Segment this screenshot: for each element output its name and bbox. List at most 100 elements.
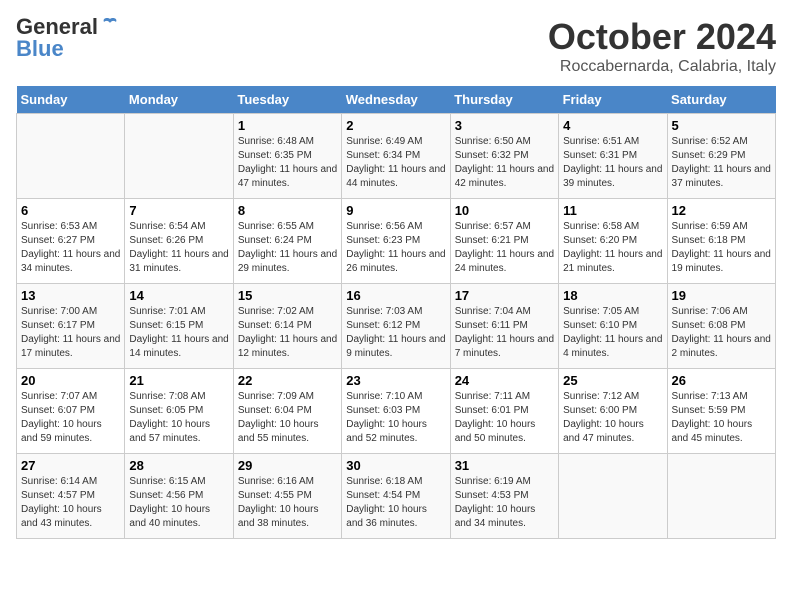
calendar-cell: 4Sunrise: 6:51 AM Sunset: 6:31 PM Daylig… [559,114,667,199]
day-info: Sunrise: 7:03 AM Sunset: 6:12 PM Dayligh… [346,305,445,361]
calendar-cell: 14 Sunrise: 7:01 AM Sunset: 6:15 PM Dayli… [125,284,233,369]
calendar-cell [559,454,667,539]
day-number: 16 [346,288,445,303]
day-number: 28 [129,458,228,473]
calendar-cell: 25Sunrise: 7:12 AM Sunset: 6:00 PM Dayli… [559,369,667,454]
day-number: 20 [21,373,120,388]
calendar-cell: 30Sunrise: 6:18 AM Sunset: 4:54 PM Dayli… [342,454,450,539]
day-number: 21 [129,373,228,388]
calendar-week-row: 20Sunrise: 7:07 AM Sunset: 6:07 PM Dayli… [17,369,776,454]
day-info: Sunrise: 6:56 AM Sunset: 6:23 PM Dayligh… [346,220,445,276]
day-number: 24 [455,373,554,388]
calendar-cell: 12 Sunrise: 6:59 AM Sunset: 6:18 PM Dayli… [667,199,775,284]
calendar-cell [17,114,125,199]
calendar-cell: 27 Sunrise: 6:14 AM Sunset: 4:57 PM Dayli… [17,454,125,539]
calendar-week-row: 27 Sunrise: 6:14 AM Sunset: 4:57 PM Dayli… [17,454,776,539]
calendar-cell: 10Sunrise: 6:57 AM Sunset: 6:21 PM Dayli… [450,199,558,284]
day-info: Sunrise: 7:12 AM Sunset: 6:00 PM Dayligh… [563,390,662,446]
calendar-cell: 1 Sunrise: 6:48 AM Sunset: 6:35 PM Daylig… [233,114,341,199]
day-number: 27 [21,458,120,473]
title-block: October 2024 Roccabernarda, Calabria, It… [548,16,776,76]
day-of-week-header: Thursday [450,86,558,114]
page-header: General Blue October 2024 Roccabernarda,… [16,16,776,76]
day-number: 9 [346,203,445,218]
calendar-cell: 6 Sunrise: 6:53 AM Sunset: 6:27 PM Daylig… [17,199,125,284]
day-info: Sunrise: 7:04 AM Sunset: 6:11 PM Dayligh… [455,305,554,361]
day-info: Sunrise: 6:48 AM Sunset: 6:35 PM Dayligh… [238,135,337,191]
day-info: Sunrise: 6:53 AM Sunset: 6:27 PM Dayligh… [21,220,120,276]
calendar-cell: 29Sunrise: 6:16 AM Sunset: 4:55 PM Dayli… [233,454,341,539]
day-info: Sunrise: 7:01 AM Sunset: 6:15 PM Dayligh… [129,305,228,361]
logo-general-text: General [16,16,98,38]
day-info: Sunrise: 7:11 AM Sunset: 6:01 PM Dayligh… [455,390,554,446]
day-info: Sunrise: 7:02 AM Sunset: 6:14 PM Dayligh… [238,305,337,361]
day-number: 12 [672,203,771,218]
day-number: 7 [129,203,228,218]
calendar-cell: 13 Sunrise: 7:00 AM Sunset: 6:17 PM Dayli… [17,284,125,369]
day-of-week-header: Tuesday [233,86,341,114]
day-info: Sunrise: 7:05 AM Sunset: 6:10 PM Dayligh… [563,305,662,361]
day-info: Sunrise: 6:15 AM Sunset: 4:56 PM Dayligh… [129,475,228,531]
calendar-cell: 15 Sunrise: 7:02 AM Sunset: 6:14 PM Dayli… [233,284,341,369]
calendar-cell: 24 Sunrise: 7:11 AM Sunset: 6:01 PM Dayli… [450,369,558,454]
calendar-cell: 26 Sunrise: 7:13 AM Sunset: 5:59 PM Dayli… [667,369,775,454]
day-number: 1 [238,118,337,133]
day-number: 18 [563,288,662,303]
calendar-cell: 19Sunrise: 7:06 AM Sunset: 6:08 PM Dayli… [667,284,775,369]
month-title: October 2024 [548,16,776,58]
calendar-cell: 18 Sunrise: 7:05 AM Sunset: 6:10 PM Dayli… [559,284,667,369]
calendar-table: SundayMondayTuesdayWednesdayThursdayFrid… [16,86,776,539]
day-info: Sunrise: 6:51 AM Sunset: 6:31 PM Dayligh… [563,135,662,191]
calendar-cell: 17 Sunrise: 7:04 AM Sunset: 6:11 PM Dayli… [450,284,558,369]
logo-blue-text: Blue [16,38,64,60]
calendar-cell: 5 Sunrise: 6:52 AM Sunset: 6:29 PM Daylig… [667,114,775,199]
calendar-cell: 21 Sunrise: 7:08 AM Sunset: 6:05 PM Dayli… [125,369,233,454]
day-info: Sunrise: 6:14 AM Sunset: 4:57 PM Dayligh… [21,475,120,531]
day-info: Sunrise: 6:50 AM Sunset: 6:32 PM Dayligh… [455,135,554,191]
day-number: 13 [21,288,120,303]
day-number: 5 [672,118,771,133]
day-of-week-header: Saturday [667,86,775,114]
calendar-cell: 9 Sunrise: 6:56 AM Sunset: 6:23 PM Daylig… [342,199,450,284]
day-info: Sunrise: 7:00 AM Sunset: 6:17 PM Dayligh… [21,305,120,361]
day-info: Sunrise: 6:18 AM Sunset: 4:54 PM Dayligh… [346,475,445,531]
day-number: 10 [455,203,554,218]
day-of-week-header: Friday [559,86,667,114]
day-info: Sunrise: 7:09 AM Sunset: 6:04 PM Dayligh… [238,390,337,446]
day-info: Sunrise: 7:08 AM Sunset: 6:05 PM Dayligh… [129,390,228,446]
day-info: Sunrise: 6:58 AM Sunset: 6:20 PM Dayligh… [563,220,662,276]
logo: General Blue [16,16,120,60]
calendar-cell: 31Sunrise: 6:19 AM Sunset: 4:53 PM Dayli… [450,454,558,539]
day-number: 14 [129,288,228,303]
day-number: 17 [455,288,554,303]
calendar-cell: 2Sunrise: 6:49 AM Sunset: 6:34 PM Daylig… [342,114,450,199]
day-of-week-header: Sunday [17,86,125,114]
day-number: 31 [455,458,554,473]
calendar-cell: 28 Sunrise: 6:15 AM Sunset: 4:56 PM Dayli… [125,454,233,539]
calendar-cell: 20Sunrise: 7:07 AM Sunset: 6:07 PM Dayli… [17,369,125,454]
day-number: 15 [238,288,337,303]
day-info: Sunrise: 6:52 AM Sunset: 6:29 PM Dayligh… [672,135,771,191]
calendar-header-row: SundayMondayTuesdayWednesdayThursdayFrid… [17,86,776,114]
calendar-cell: 22 Sunrise: 7:09 AM Sunset: 6:04 PM Dayli… [233,369,341,454]
day-info: Sunrise: 7:13 AM Sunset: 5:59 PM Dayligh… [672,390,771,446]
day-number: 2 [346,118,445,133]
calendar-cell [125,114,233,199]
calendar-week-row: 1 Sunrise: 6:48 AM Sunset: 6:35 PM Daylig… [17,114,776,199]
day-number: 23 [346,373,445,388]
day-info: Sunrise: 7:06 AM Sunset: 6:08 PM Dayligh… [672,305,771,361]
calendar-cell: 8Sunrise: 6:55 AM Sunset: 6:24 PM Daylig… [233,199,341,284]
day-info: Sunrise: 6:59 AM Sunset: 6:18 PM Dayligh… [672,220,771,276]
day-number: 22 [238,373,337,388]
day-of-week-header: Wednesday [342,86,450,114]
calendar-cell: 23Sunrise: 7:10 AM Sunset: 6:03 PM Dayli… [342,369,450,454]
day-of-week-header: Monday [125,86,233,114]
day-number: 3 [455,118,554,133]
day-info: Sunrise: 6:16 AM Sunset: 4:55 PM Dayligh… [238,475,337,531]
calendar-cell [667,454,775,539]
calendar-cell: 11Sunrise: 6:58 AM Sunset: 6:20 PM Dayli… [559,199,667,284]
logo-bird-icon [100,15,120,35]
day-number: 6 [21,203,120,218]
day-number: 26 [672,373,771,388]
calendar-cell: 16 Sunrise: 7:03 AM Sunset: 6:12 PM Dayli… [342,284,450,369]
